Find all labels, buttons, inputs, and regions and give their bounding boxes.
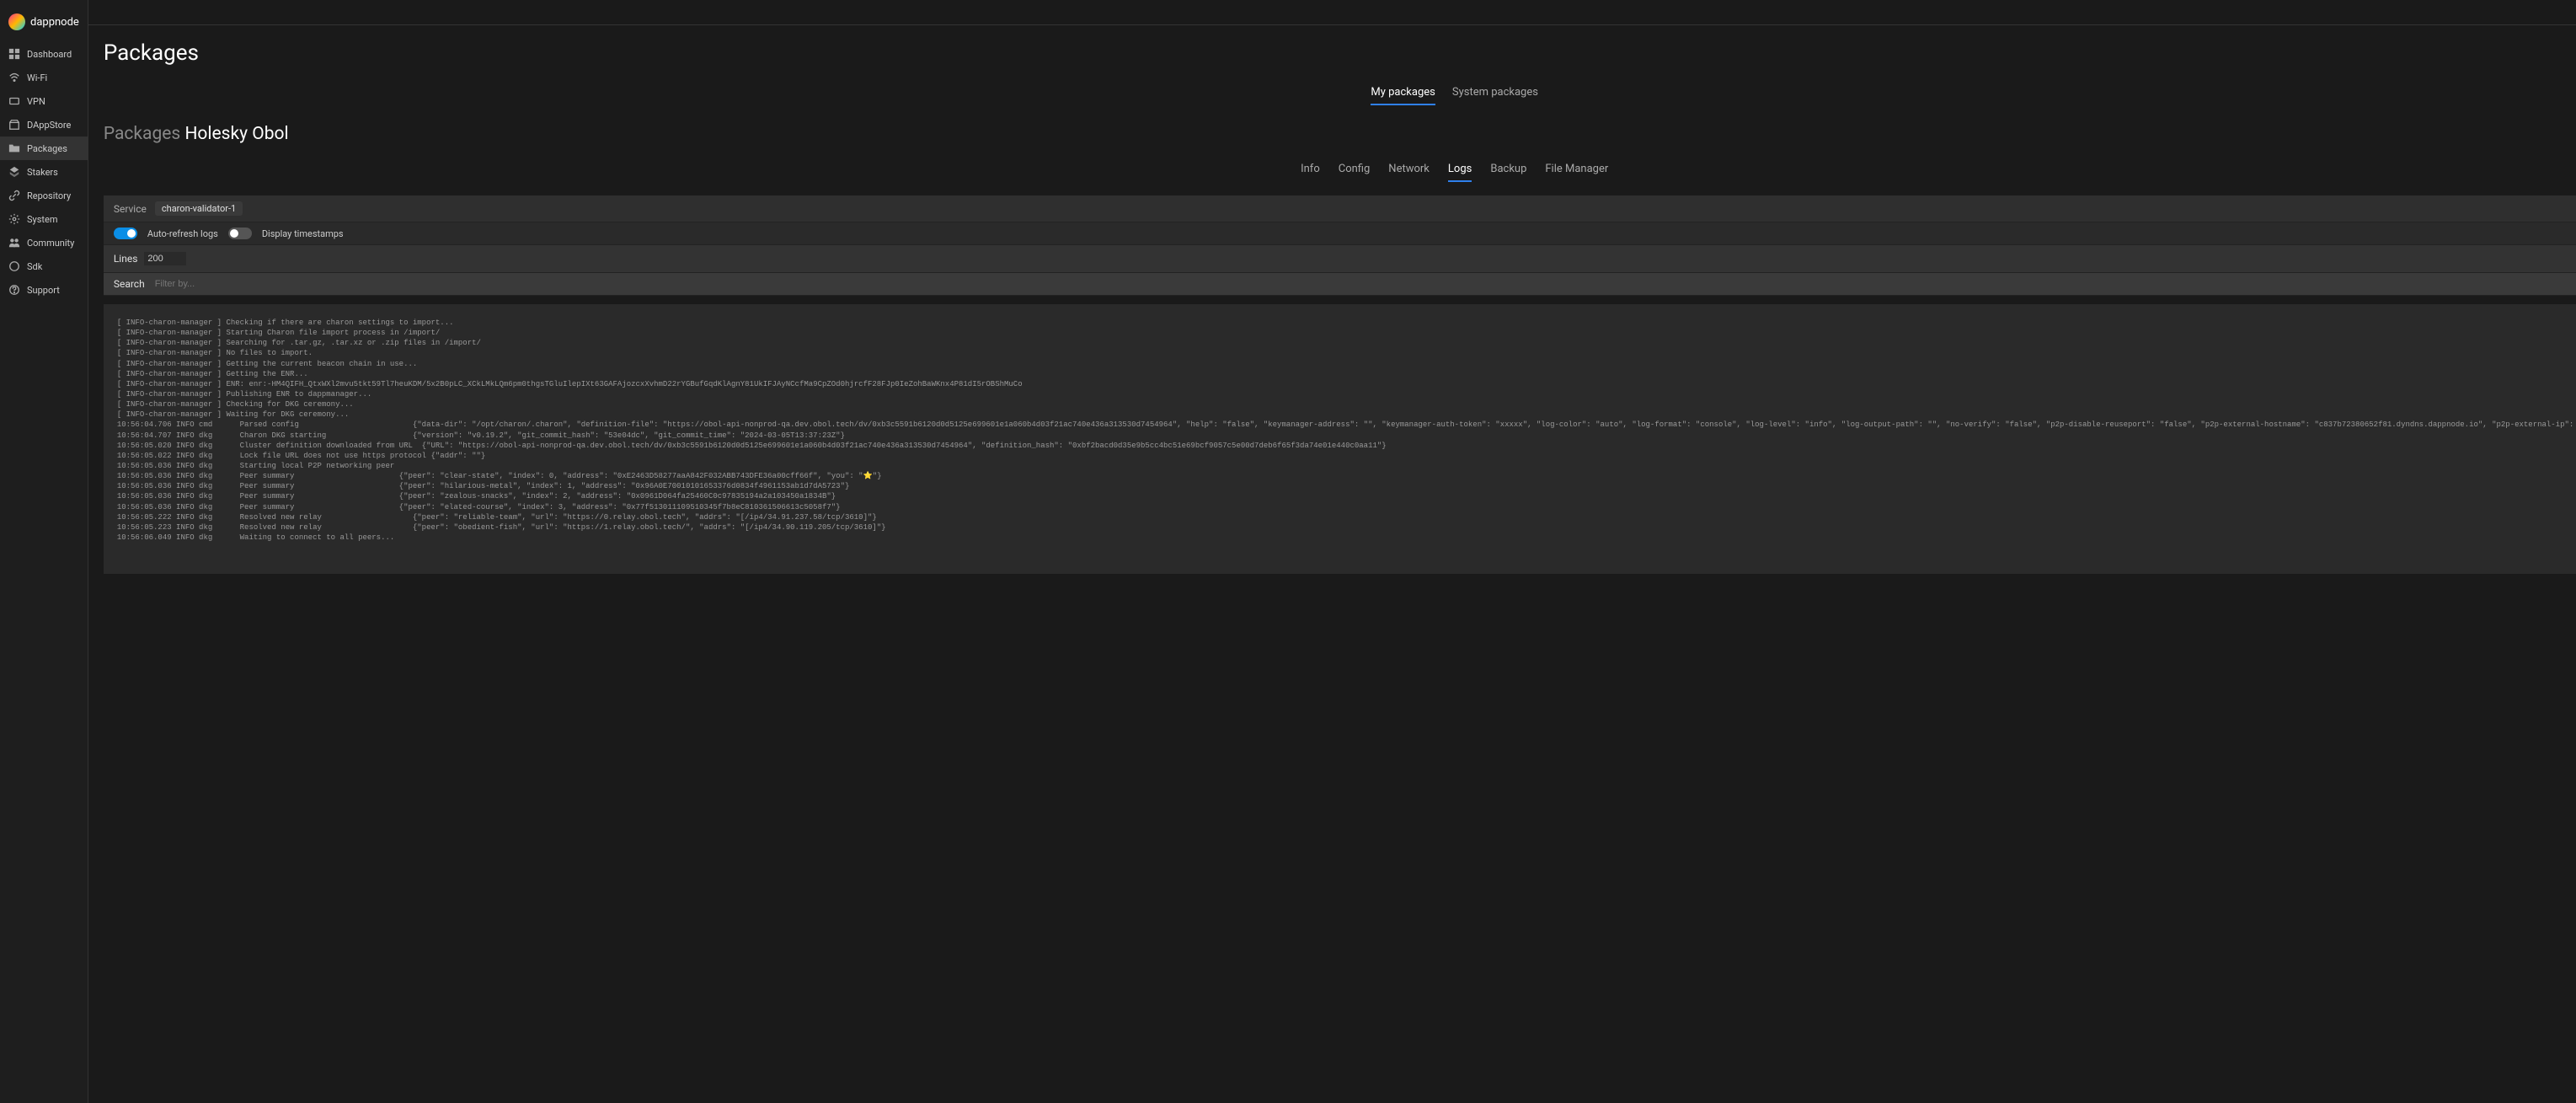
nav-label: VPN: [27, 96, 45, 107]
subtab-backup[interactable]: Backup: [1490, 163, 1526, 182]
top-tabs: My packages System packages: [104, 86, 2576, 105]
logo-text: dappnode: [30, 16, 79, 29]
auto-refresh-label: Auto-refresh logs: [147, 228, 218, 239]
vpn-icon: [8, 95, 20, 107]
nav-label: System: [27, 214, 58, 225]
nav-wifi[interactable]: Wi-Fi: [0, 66, 88, 89]
subtab-logs[interactable]: Logs: [1448, 163, 1472, 182]
search-input[interactable]: [155, 279, 2576, 289]
nav-label: Repository: [27, 190, 71, 201]
nav-dashboard[interactable]: Dashboard: [0, 42, 88, 66]
content: Packages My packages System packages Pac…: [88, 25, 2576, 1103]
log-output[interactable]: [ INFO-charon-manager ] Checking if ther…: [104, 304, 2576, 574]
wifi-icon: [8, 72, 20, 83]
search-row: Search: [104, 273, 2576, 296]
sidebar: dappnode Dashboard Wi-Fi VPN DAppStore P…: [0, 0, 88, 1103]
service-label: Service: [114, 203, 147, 215]
nav-repository[interactable]: Repository: [0, 184, 88, 207]
subtab-network[interactable]: Network: [1388, 163, 1430, 182]
service-select[interactable]: charon-validator-1: [155, 201, 243, 216]
nav-label: Wi-Fi: [27, 72, 47, 83]
logo-icon: [8, 13, 25, 30]
nav-vpn[interactable]: VPN: [0, 89, 88, 113]
nav-label: Packages: [27, 143, 67, 154]
nav-packages[interactable]: Packages: [0, 137, 88, 160]
sdk-icon: [8, 260, 20, 272]
subtab-config[interactable]: Config: [1339, 163, 1371, 182]
lines-label: Lines: [114, 253, 138, 265]
nav-label: Community: [27, 238, 74, 249]
auto-refresh-toggle[interactable]: [114, 228, 137, 239]
main-area: Packages My packages System packages Pac…: [88, 0, 2576, 1103]
nav-label: Stakers: [27, 167, 58, 178]
link-icon: [8, 190, 20, 201]
nav-system[interactable]: System: [0, 207, 88, 231]
search-label: Search: [114, 278, 145, 290]
nav-support[interactable]: Support: [0, 278, 88, 302]
toggles-row: Auto-refresh logs Display timestamps: [104, 222, 2576, 245]
log-controls-panel: Service charon-validator-1 ⌄ Auto-refres…: [104, 195, 2576, 296]
subtab-file-manager[interactable]: File Manager: [1545, 163, 1608, 182]
nav-dappstore[interactable]: DAppStore: [0, 113, 88, 137]
lines-input[interactable]: [144, 252, 186, 265]
subtabs: Info Config Network Logs Backup File Man…: [104, 163, 2576, 182]
grid-icon: [8, 48, 20, 60]
tab-my-packages[interactable]: My packages: [1371, 86, 1435, 105]
store-icon: [8, 119, 20, 131]
nav-label: DAppStore: [27, 120, 71, 131]
page-title: Packages: [104, 40, 2576, 66]
folder-icon: [8, 142, 20, 154]
stakers-icon: [8, 166, 20, 178]
breadcrumb-name: Holesky Obol: [184, 124, 288, 144]
users-icon: [8, 237, 20, 249]
subtab-info[interactable]: Info: [1301, 163, 1320, 182]
nav-label: Sdk: [27, 261, 42, 272]
breadcrumb: Packages Holesky Obol: [104, 124, 2576, 144]
tab-system-packages[interactable]: System packages: [1452, 86, 1538, 105]
lines-row: Lines Download all: [104, 245, 2576, 273]
nav-label: Dashboard: [27, 49, 72, 60]
topbar: [88, 0, 2576, 25]
gear-icon: [8, 213, 20, 225]
timestamps-toggle[interactable]: [228, 228, 252, 239]
timestamps-label: Display timestamps: [262, 228, 344, 239]
nav-stakers[interactable]: Stakers: [0, 160, 88, 184]
breadcrumb-prefix[interactable]: Packages: [104, 124, 180, 144]
nav-sdk[interactable]: Sdk: [0, 254, 88, 278]
nav-label: Support: [27, 285, 60, 296]
help-icon: [8, 284, 20, 296]
nav-community[interactable]: Community: [0, 231, 88, 254]
logo[interactable]: dappnode: [0, 7, 88, 42]
service-row: Service charon-validator-1 ⌄: [104, 195, 2576, 222]
